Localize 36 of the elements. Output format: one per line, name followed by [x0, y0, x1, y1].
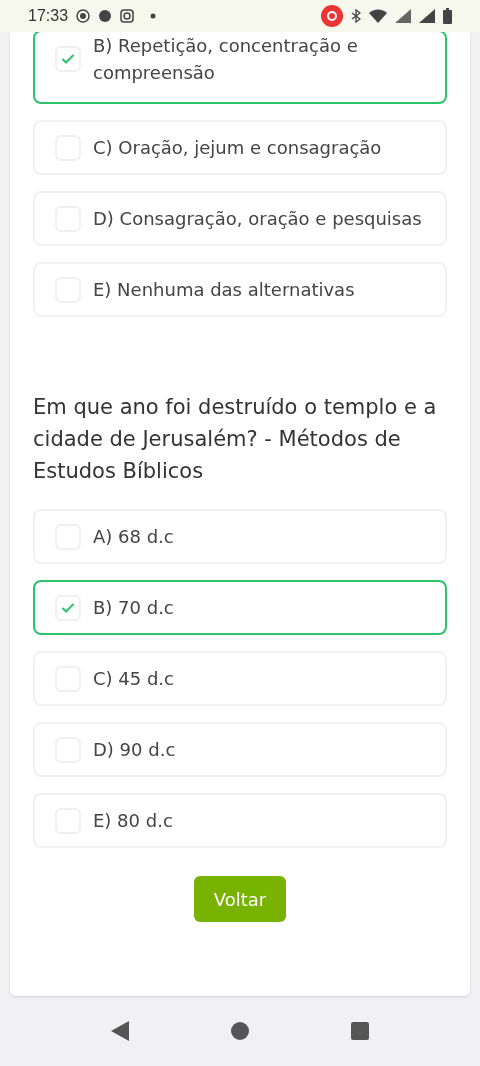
option-text: E) 80 d.c — [93, 809, 173, 833]
battery-icon — [443, 8, 452, 24]
camera-icon — [120, 9, 135, 23]
answer-option[interactable]: D) Consagração, oração e pesquisas — [33, 191, 447, 246]
answer-option[interactable]: C) 45 d.c — [33, 651, 447, 706]
answer-option[interactable]: E) Nenhuma das alternativas — [33, 262, 447, 317]
home-icon[interactable] — [231, 1022, 249, 1040]
question-text: Em que ano foi destruído o templo e a cidade de Jerusalém? - Métodos de Estudos Bíblicos — [33, 394, 438, 485]
answer-option[interactable]: B) 70 d.c — [33, 580, 447, 635]
back-icon[interactable] — [111, 1021, 129, 1041]
app-icon — [98, 9, 113, 23]
option-text: C) 45 d.c — [93, 667, 174, 691]
signal-icon — [419, 9, 435, 23]
answer-option[interactable]: A) 68 d.c — [33, 509, 447, 564]
option-text: D) 90 d.c — [93, 738, 176, 762]
answer-option[interactable]: C) Oração, jejum e consagração — [33, 120, 447, 175]
answer-option[interactable]: D) 90 d.c — [33, 722, 447, 777]
answer-option[interactable]: E) 80 d.c — [33, 793, 447, 848]
option-text: C) Oração, jejum e consagração — [93, 136, 382, 160]
record-icon — [76, 9, 91, 23]
bluetooth-icon — [351, 9, 361, 23]
clock: 17:33 — [28, 6, 69, 26]
screen-record-icon — [321, 5, 343, 27]
option-text: E) Nenhuma das alternativas — [93, 278, 355, 302]
recents-icon[interactable] — [351, 1022, 369, 1040]
checkbox[interactable] — [55, 46, 81, 72]
option-text: B) Repetição, concentração e compreensão — [93, 34, 359, 85]
checkbox[interactable] — [55, 594, 81, 621]
check-icon — [61, 52, 75, 66]
answer-option[interactable]: B) Repetição, concentração e compreensão — [33, 32, 447, 104]
option-text: D) Consagração, oração e pesquisas — [93, 207, 422, 231]
option-text: A) 68 d.c — [93, 525, 174, 549]
signal-icon — [395, 9, 411, 23]
option-text: B) 70 d.c — [93, 596, 174, 620]
notification-dot-icon — [150, 13, 157, 19]
wifi-icon — [369, 9, 387, 23]
